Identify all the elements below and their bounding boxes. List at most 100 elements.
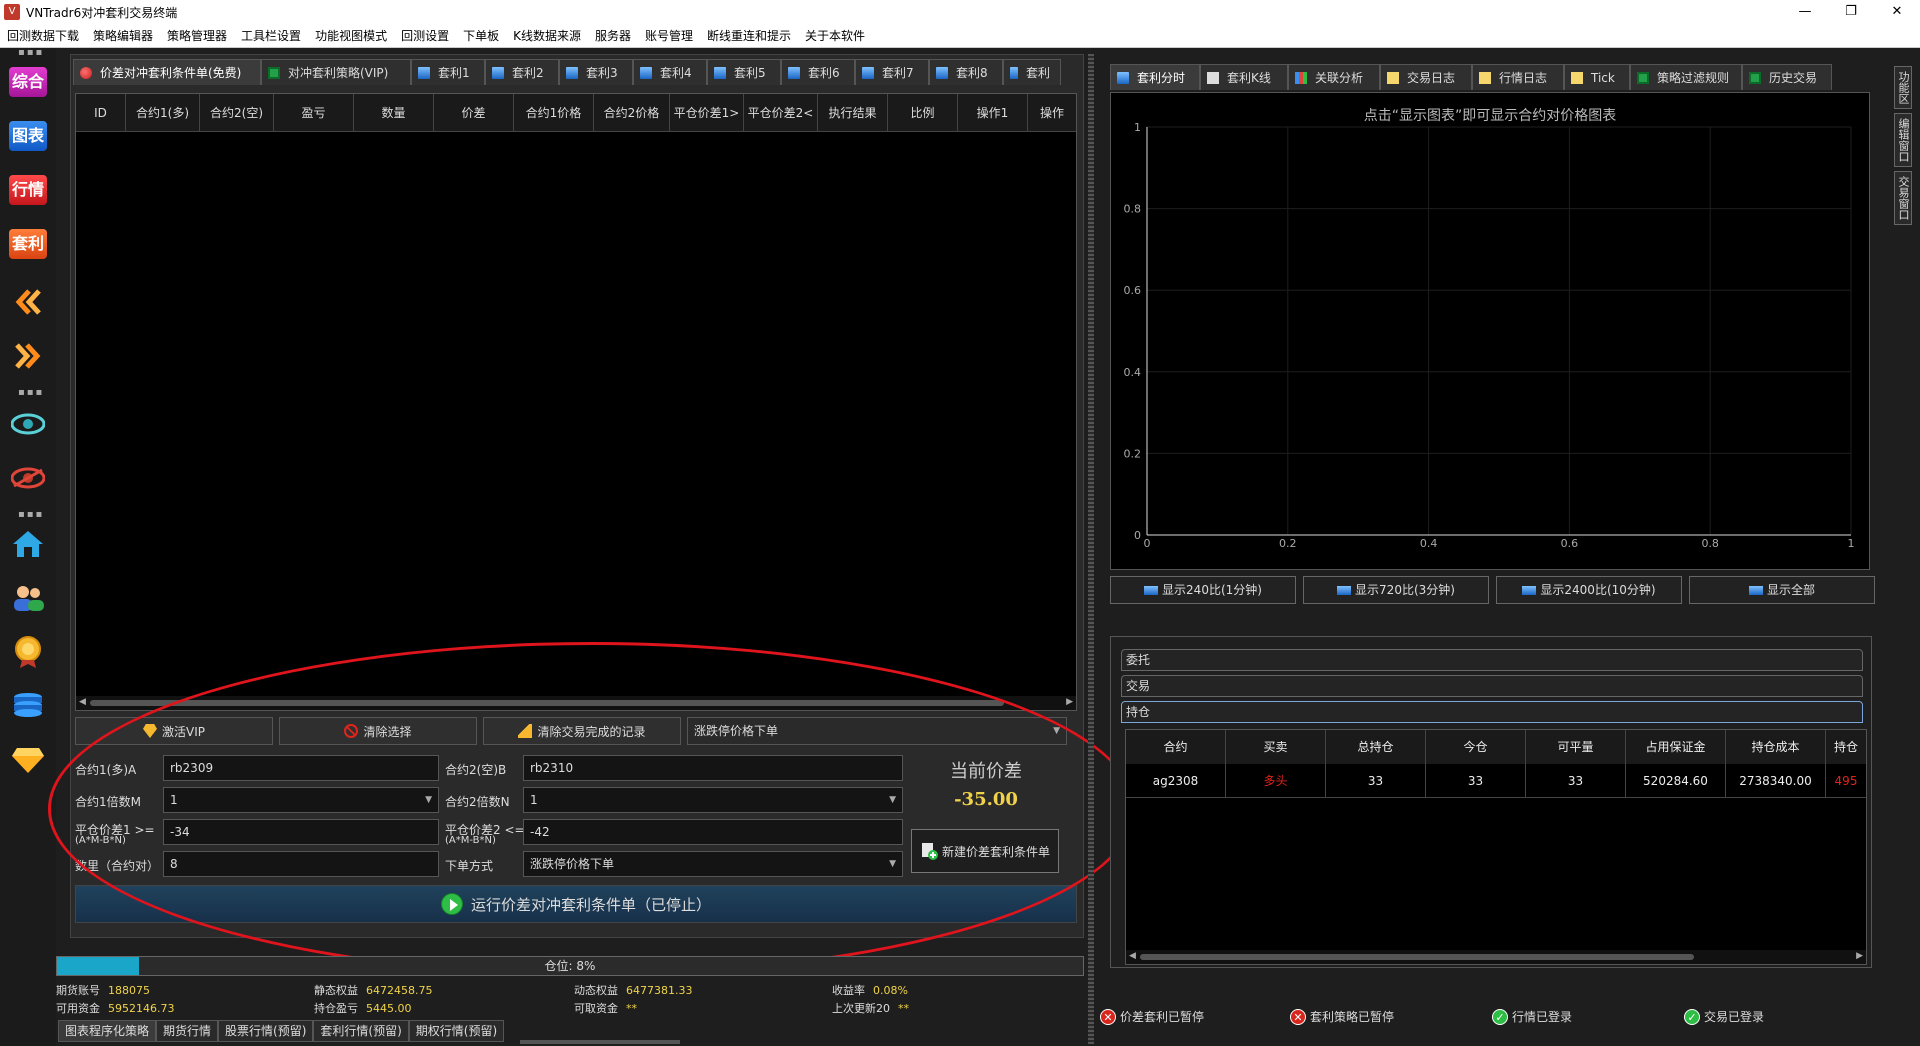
- tab-options-market[interactable]: 期权行情(预留): [408, 1020, 505, 1042]
- tab-arb-6[interactable]: 套利6: [781, 59, 855, 85]
- close-spread2-input[interactable]: -42: [523, 819, 903, 845]
- column-header[interactable]: 价差: [434, 94, 514, 132]
- toolbar-overview-button[interactable]: 综合: [8, 62, 48, 102]
- close-spread1-input[interactable]: -34: [163, 819, 439, 845]
- show-240-button[interactable]: 显示240比(1分钟): [1110, 576, 1296, 604]
- activate-vip-button[interactable]: 激活VIP: [75, 717, 273, 745]
- column-header[interactable]: 执行结果: [818, 94, 888, 132]
- tab-history[interactable]: 历史交易: [1742, 64, 1832, 90]
- tab-arb-intraday[interactable]: 套利分时: [1110, 64, 1200, 90]
- show-2400-button[interactable]: 显示2400比(10分钟): [1496, 576, 1682, 604]
- menu-item[interactable]: 策略编辑器: [86, 24, 160, 48]
- tab-futures-market[interactable]: 期货行情: [156, 1020, 219, 1042]
- menu-item[interactable]: 账号管理: [638, 24, 700, 48]
- close-button[interactable]: ✕: [1874, 0, 1920, 24]
- tab-arb-4[interactable]: 套利4: [633, 59, 707, 85]
- toolbar-chart-button[interactable]: 图表: [8, 116, 48, 156]
- tab-chart-strategy[interactable]: 图表程序化策略: [58, 1020, 157, 1042]
- multiplier2-select[interactable]: 1 ▼: [523, 787, 903, 813]
- column-header[interactable]: 总持仓: [1326, 730, 1426, 764]
- column-header[interactable]: 平仓价差1>: [670, 94, 744, 132]
- menu-item[interactable]: 关于本软件: [798, 24, 872, 48]
- eye-hidden-icon[interactable]: [8, 458, 48, 498]
- horizontal-scrollbar[interactable]: ◀ ▶: [1126, 950, 1866, 964]
- column-header[interactable]: 比例: [888, 94, 958, 132]
- show-720-button[interactable]: 显示720比(3分钟): [1303, 576, 1489, 604]
- column-header[interactable]: 合约1价格: [514, 94, 594, 132]
- toolbar-market-button[interactable]: 行情: [8, 170, 48, 210]
- run-condition-button[interactable]: 运行价差对冲套利条件单（已停止）: [75, 885, 1077, 923]
- column-header[interactable]: 持仓成本: [1726, 730, 1826, 764]
- column-header[interactable]: 合约2(空): [200, 94, 274, 132]
- column-header[interactable]: 平仓价差2<: [744, 94, 818, 132]
- tab-correlation[interactable]: 关联分析: [1288, 64, 1380, 90]
- menu-item[interactable]: 断线重连和提示: [700, 24, 798, 48]
- quantity-input[interactable]: 8: [163, 851, 439, 877]
- tab-tick[interactable]: Tick: [1564, 64, 1630, 90]
- tab-arb-kline[interactable]: 套利K线: [1200, 64, 1288, 90]
- multiplier1-select[interactable]: 1 ▼: [163, 787, 439, 813]
- database-icon[interactable]: [8, 686, 48, 726]
- order-method-select[interactable]: 涨跌停价格下单 ▼: [523, 851, 903, 877]
- scrollbar-thumb[interactable]: [90, 700, 1004, 706]
- tab-trade-log[interactable]: 交易日志: [1380, 64, 1472, 90]
- chevron-right-icon[interactable]: [8, 336, 48, 376]
- tab-arb-3[interactable]: 套利3: [559, 59, 633, 85]
- scrollbar-thumb[interactable]: [1140, 954, 1694, 960]
- menu-item[interactable]: 功能视图模式: [308, 24, 394, 48]
- column-header[interactable]: 操作1: [958, 94, 1028, 132]
- subtab-positions[interactable]: 持仓: [1121, 701, 1863, 723]
- toolbar-arbitrage-button[interactable]: 套利: [8, 224, 48, 264]
- column-header[interactable]: 今仓: [1426, 730, 1526, 764]
- tab-arb-more[interactable]: 套利: [1003, 59, 1061, 85]
- menu-item[interactable]: 服务器: [588, 24, 638, 48]
- home-icon[interactable]: [8, 524, 48, 564]
- subtab-trades[interactable]: 交易: [1121, 675, 1863, 697]
- chevron-left-icon[interactable]: [8, 282, 48, 322]
- column-header[interactable]: 操作: [1028, 94, 1076, 132]
- tab-arb-7[interactable]: 套利7: [855, 59, 929, 85]
- column-header[interactable]: 可平量: [1526, 730, 1626, 764]
- maximize-button[interactable]: ❐: [1828, 0, 1874, 24]
- diamond-icon[interactable]: [8, 740, 48, 780]
- order-mode-dropdown[interactable]: 涨跌停价格下单 ▼: [687, 717, 1067, 745]
- menu-item[interactable]: 回测设置: [394, 24, 456, 48]
- tab-arb-5[interactable]: 套利5: [707, 59, 781, 85]
- scroll-right-icon[interactable]: ▶: [1856, 951, 1863, 961]
- column-header[interactable]: 合约2价格: [594, 94, 670, 132]
- positions-table[interactable]: 合约 买卖 总持仓 今仓 可平量 占用保证金 持仓成本 持仓 ag2308 多头…: [1125, 729, 1867, 965]
- tab-arb-market[interactable]: 套利行情(预留): [313, 1020, 409, 1042]
- panel-splitter[interactable]: [1088, 54, 1094, 1044]
- menu-item[interactable]: 策略管理器: [160, 24, 234, 48]
- tab-stock-market[interactable]: 股票行情(预留): [218, 1020, 314, 1042]
- menu-item[interactable]: 下单板: [456, 24, 506, 48]
- condition-order-table[interactable]: ID 合约1(多) 合约2(空) 盈亏 数量 价差 合约1价格 合约2价格 平仓…: [75, 93, 1077, 711]
- scroll-left-icon[interactable]: ◀: [79, 697, 86, 707]
- menu-item[interactable]: 回测数据下载: [0, 24, 86, 48]
- side-tab-editor[interactable]: 编辑窗口: [1894, 113, 1912, 167]
- tab-spread-condition[interactable]: 价差对冲套利条件单(免费): [73, 59, 261, 85]
- column-header[interactable]: 持仓: [1826, 730, 1866, 764]
- contract1-input[interactable]: rb2309: [163, 755, 439, 781]
- tab-market-log[interactable]: 行情日志: [1472, 64, 1564, 90]
- price-chart[interactable]: 点击“显示图表”即可显示合约对价格图表 0 0.2 0.4 0.6 0.8 1 0 0.2 0.…: [1110, 92, 1870, 570]
- users-icon[interactable]: [8, 578, 48, 618]
- tab-arb-1[interactable]: 套利1: [411, 59, 485, 85]
- tab-hedge-strategy[interactable]: 对冲套利策略(VIP): [261, 59, 411, 85]
- column-header[interactable]: 合约: [1126, 730, 1226, 764]
- tab-arb-8[interactable]: 套利8: [929, 59, 1003, 85]
- horizontal-scrollbar[interactable]: ◀ ▶: [76, 696, 1076, 710]
- scroll-left-icon[interactable]: ◀: [1129, 951, 1136, 961]
- clear-selection-button[interactable]: 清除选择: [279, 717, 477, 745]
- menu-item[interactable]: 工具栏设置: [234, 24, 308, 48]
- scroll-right-icon[interactable]: ▶: [1066, 697, 1073, 707]
- column-header[interactable]: ID: [76, 94, 126, 132]
- contract2-input[interactable]: rb2310: [523, 755, 903, 781]
- column-header[interactable]: 买卖: [1226, 730, 1326, 764]
- tab-filter-rules[interactable]: 策略过滤规则: [1630, 64, 1742, 90]
- column-header[interactable]: 合约1(多): [126, 94, 200, 132]
- medal-icon[interactable]: [8, 632, 48, 672]
- eye-icon[interactable]: [8, 404, 48, 444]
- subtab-orders[interactable]: 委托: [1121, 649, 1863, 671]
- side-tab-trade[interactable]: 交易窗口: [1894, 171, 1912, 225]
